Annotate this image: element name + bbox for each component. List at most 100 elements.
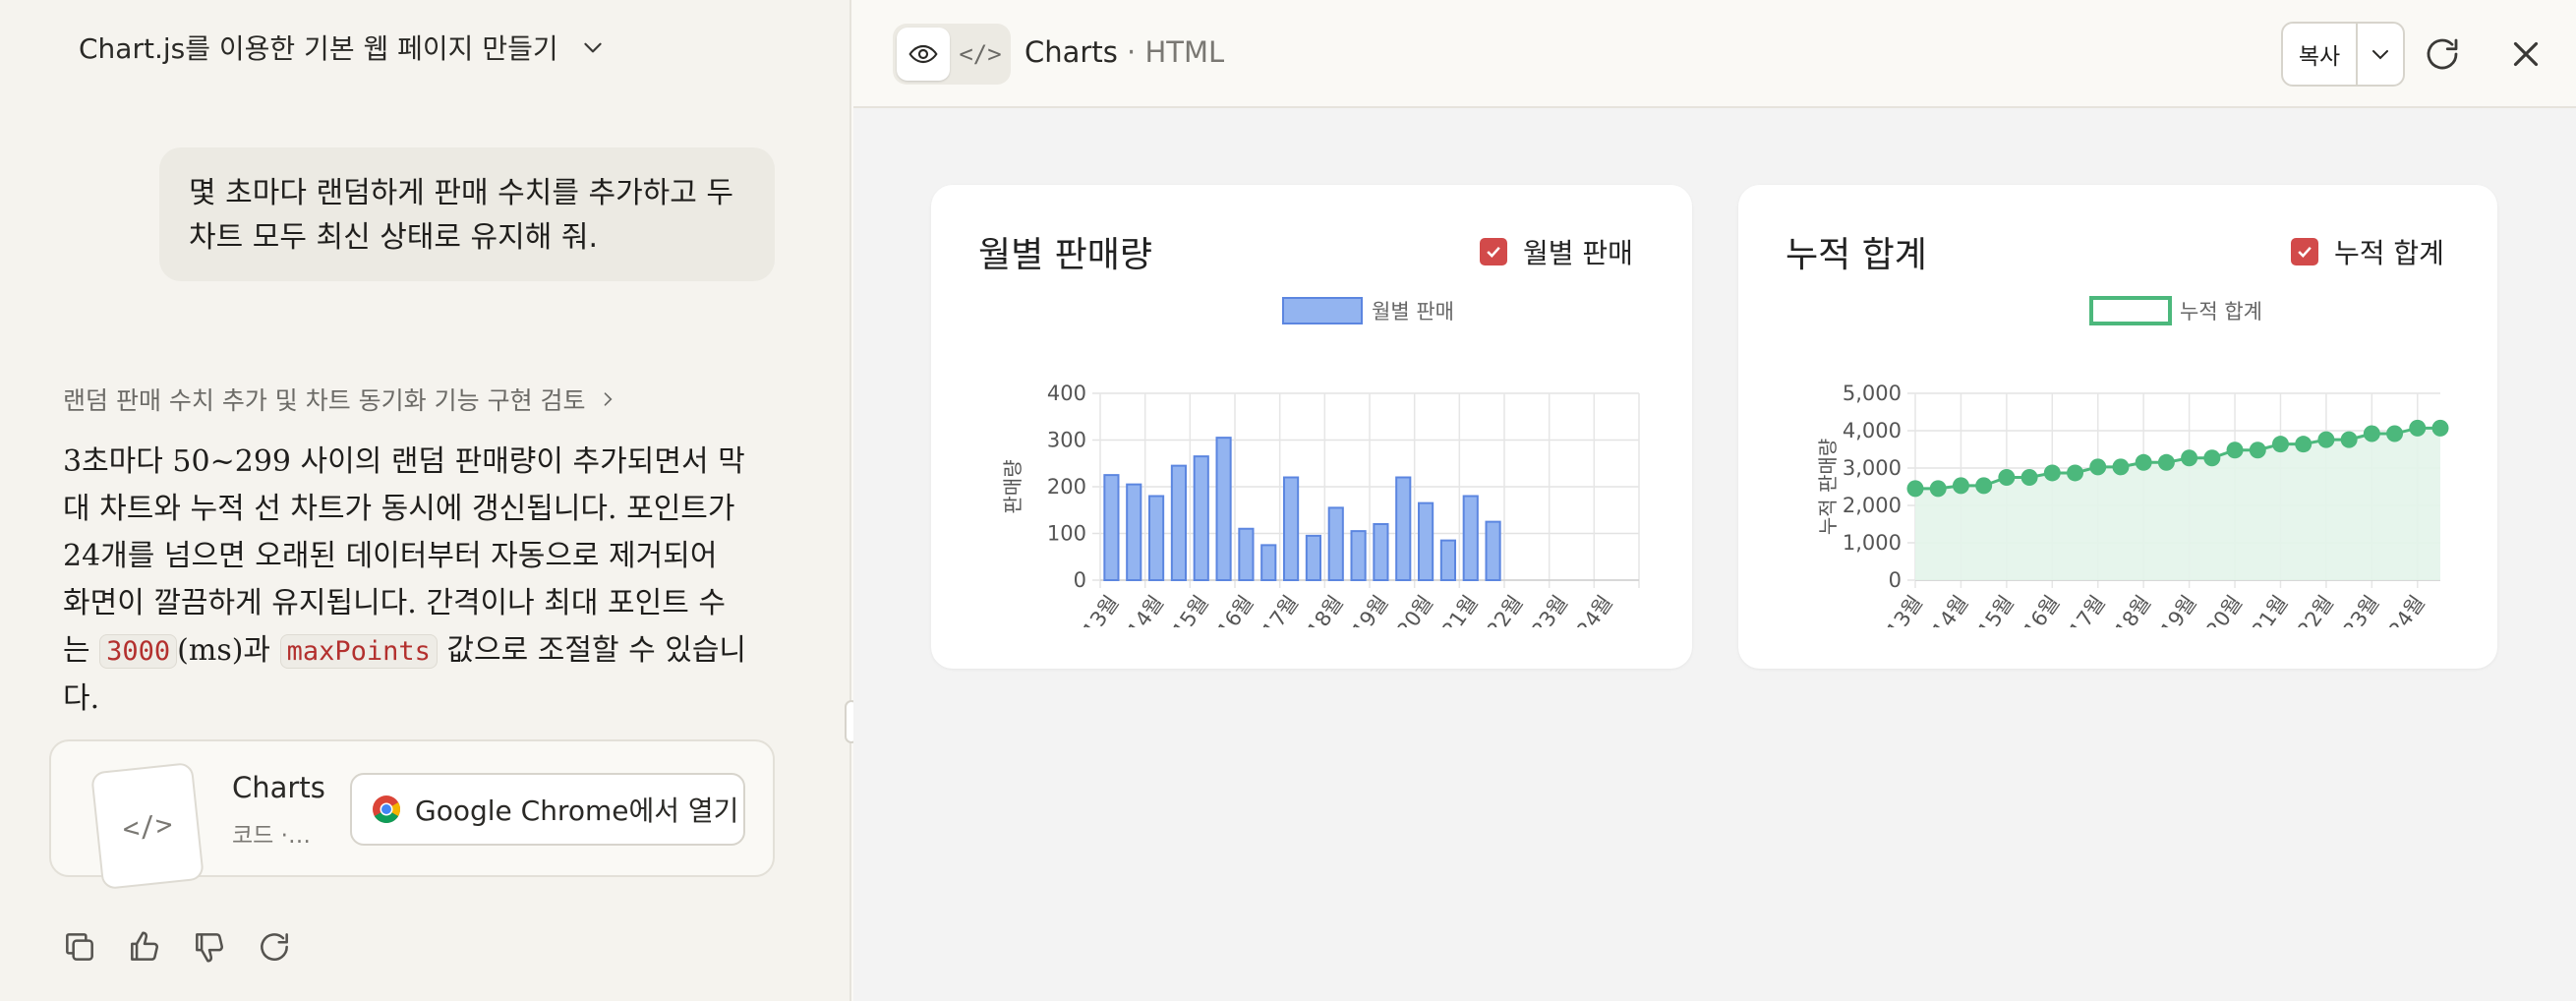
user-message: 몇 초마다 랜덤하게 판매 수치를 추가하고 두 차트 모두 최신 상태로 유지… (159, 147, 775, 281)
bar (1327, 506, 1344, 581)
data-point (2135, 453, 2152, 471)
artifact-subtitle: 코드 ·… (232, 823, 311, 849)
thinking-summary-toggle[interactable]: 랜덤 판매 수치 추가 및 차트 동기화 기능 구현 검토 (63, 382, 617, 417)
y-tick-label: 1,000 (1843, 531, 1902, 555)
checkbox-label: 누적 합계 (2334, 237, 2444, 269)
artifact-toolbar: </> Charts · HTML 복사 (853, 0, 2576, 108)
data-point (2089, 458, 2107, 476)
data-point (1998, 469, 2016, 486)
chevron-down-icon (2372, 50, 2388, 60)
chevron-down-icon (583, 42, 602, 53)
x-tick-label: 20월 (1392, 591, 1437, 627)
copy-options-dropdown[interactable] (2358, 24, 2403, 85)
bar-chart: 월별 판매 0 100 200 300 400 판매량 13월 14월 15월 16월 17월 18월 1… (1001, 297, 1640, 627)
data-point (2363, 425, 2380, 442)
copy-icon[interactable] (61, 928, 98, 966)
y-tick-label: 100 (1047, 522, 1086, 546)
chat-title-dropdown[interactable]: Chart.js를 이용한 기본 웹 페이지 만들기 (79, 28, 606, 67)
y-axis-label: 누적 판매량 (1816, 439, 1840, 535)
y-tick-label: 2,000 (1843, 494, 1902, 517)
cumulative-card: 누적 합계 누적 합계 누적 합계 0 1,000 2,000 3,000 4,000 5,… (1738, 185, 2497, 669)
artifact-title-type: · HTML (1127, 35, 1225, 69)
y-axis-label: 판매량 (1001, 459, 1025, 513)
bar (1373, 523, 1389, 581)
legend-label: 누적 합계 (2180, 300, 2262, 324)
close-icon[interactable] (2505, 33, 2547, 75)
y-tick-label: 5,000 (1843, 382, 1902, 405)
x-tick-label: 13월 (1078, 591, 1123, 627)
inline-code-maxpoints: maxPoints (279, 634, 438, 669)
data-point (2020, 469, 2038, 486)
open-in-chrome-button[interactable]: Google Chrome에서 열기 (350, 773, 745, 846)
data-point (2409, 419, 2427, 437)
legend-label: 월별 판매 (1372, 300, 1454, 324)
cumulative-toggle[interactable]: 누적 합계 (2291, 232, 2444, 271)
bar (1439, 539, 1456, 581)
data-point (2226, 442, 2244, 459)
chart-title: 월별 판매량 (978, 235, 1153, 275)
chart-title: 누적 합계 (1786, 235, 1927, 275)
bar (1350, 530, 1367, 581)
code-tab[interactable]: </> (954, 28, 1007, 81)
x-tick-label: 23월 (1527, 591, 1572, 627)
chat-panel: Chart.js를 이용한 기본 웹 페이지 만들기 몇 초마다 랜덤하게 판매… (0, 0, 851, 1001)
bar (1148, 495, 1165, 581)
x-tick-label: 16월 (1212, 591, 1258, 627)
x-tick-label: 23월 (2338, 591, 2383, 627)
legend-swatch (1282, 297, 1363, 324)
data-point (1906, 480, 1924, 498)
bar (1462, 495, 1479, 581)
x-tick-label: 16월 (2019, 591, 2064, 627)
code-icon: </> (90, 761, 205, 891)
preview-tab[interactable] (897, 28, 950, 81)
data-point (2295, 436, 2313, 453)
copy-split-button: 복사 (2281, 22, 2405, 87)
x-tick-label: 19월 (1347, 591, 1392, 627)
y-tick-label: 0 (1889, 568, 1902, 592)
bar (1485, 520, 1501, 581)
x-tick-label: 20월 (2201, 591, 2247, 627)
refresh-icon[interactable] (2422, 33, 2463, 75)
x-tick-label: 17월 (2065, 591, 2110, 627)
x-tick-label: 18월 (1303, 591, 1348, 627)
data-point (2249, 442, 2266, 459)
artifact-card[interactable]: </> Charts 코드 ·… Google Chrome에서 열기 (49, 739, 775, 891)
thumbs-down-icon[interactable] (191, 928, 228, 966)
copy-button[interactable]: 복사 (2283, 24, 2358, 85)
artifact-title-name: Charts (1025, 35, 1118, 69)
bar (1193, 455, 1209, 581)
bar (1418, 501, 1434, 581)
eye-icon (908, 44, 938, 64)
assistant-answer: 3초마다 50~299 사이의 랜덤 판매량이 추가되면서 막대 차트와 누적 … (63, 439, 751, 723)
x-tick-label: 24월 (2384, 591, 2430, 627)
bar (1283, 476, 1300, 581)
line-chart: 누적 합계 0 1,000 2,000 3,000 4,000 5,000 누적 판매량 13월… (1816, 296, 2449, 627)
chevron-right-icon (604, 392, 613, 406)
x-tick-label: 18월 (2110, 591, 2155, 627)
data-point (2431, 419, 2449, 437)
data-point (2157, 453, 2175, 471)
x-tick-label: 15월 (1973, 591, 2019, 627)
code-icon: </> (959, 40, 1002, 68)
thumbs-up-icon[interactable] (126, 928, 163, 966)
retry-icon[interactable] (256, 928, 293, 966)
monthly-sales-card: 월별 판매량 월별 판매 월별 판매 0 100 200 300 400 판매량 13월 14월… (931, 185, 1692, 669)
bar (1260, 544, 1277, 581)
line-area-fill (1915, 428, 2440, 580)
checkbox-checked-icon (2291, 238, 2318, 265)
checkbox-checked-icon (1480, 238, 1507, 265)
thinking-summary-label: 랜덤 판매 수치 추가 및 차트 동기화 기능 구현 검토 (63, 386, 586, 415)
y-tick-label: 4,000 (1843, 419, 1902, 442)
data-point (2043, 464, 2061, 482)
monthly-sales-toggle[interactable]: 월별 판매 (1480, 232, 1633, 271)
data-point (1952, 477, 1969, 495)
app-window: Chart.js를 이용한 기본 웹 페이지 만들기 몇 초마다 랜덤하게 판매… (0, 0, 2576, 1001)
y-tick-label: 0 (1074, 568, 1086, 592)
y-tick-label: 3,000 (1843, 456, 1902, 480)
chrome-icon (373, 795, 400, 823)
bar (1215, 437, 1232, 581)
x-tick-label: 17월 (1258, 591, 1303, 627)
data-point (2112, 458, 2130, 476)
x-tick-label: 15월 (1168, 591, 1213, 627)
data-point (2340, 431, 2358, 448)
